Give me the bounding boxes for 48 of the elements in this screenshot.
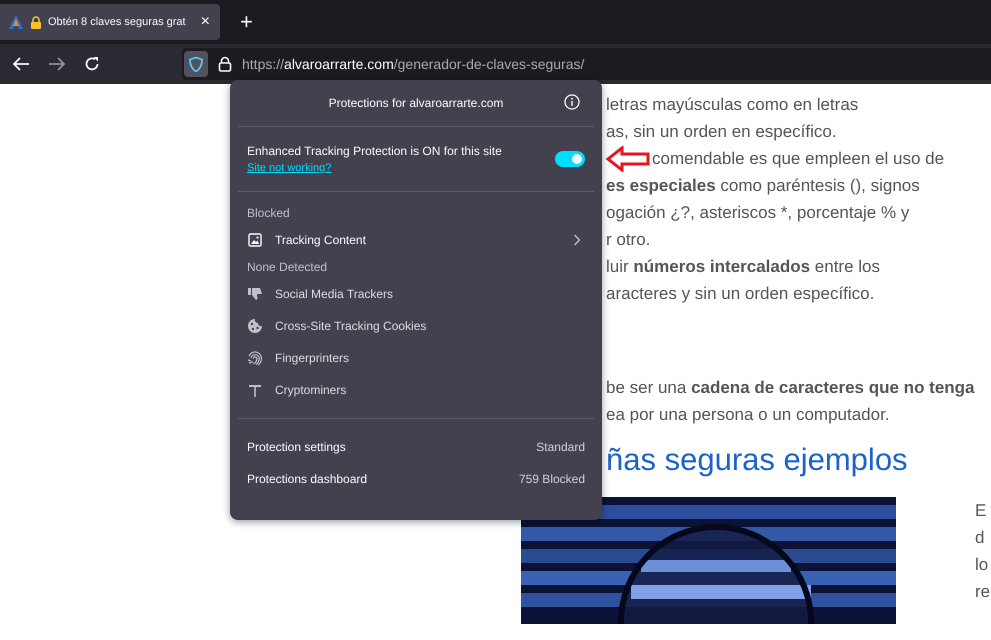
info-icon[interactable]	[564, 94, 580, 110]
panel-menu-item[interactable]: Protections dashboard 759 Blocked	[247, 463, 585, 495]
tracker-category-label: Cryptominers	[275, 383, 346, 397]
protection-status-text: Enhanced Tracking Protection is ON for this site	[247, 144, 503, 158]
tab-title: Obtén 8 claves seguras grat	[48, 16, 187, 28]
lock-icon[interactable]	[218, 56, 232, 72]
thumbs-down-icon	[247, 287, 263, 301]
article-text-line: E	[975, 500, 988, 522]
article-text-line: comendable es que empleen el uso de	[652, 148, 944, 170]
article-text-line: letras mayúsculas como en letras	[606, 94, 858, 116]
section-label: Blocked	[247, 205, 290, 222]
article-text-line: d	[975, 527, 986, 549]
article-text-line: r otro.	[606, 229, 650, 251]
article-text-line: luir números intercalados entre los	[606, 256, 880, 278]
forward-icon[interactable]	[48, 56, 66, 72]
logo-icon	[8, 14, 24, 30]
close-icon[interactable]: ×	[198, 13, 212, 31]
cookie-icon	[247, 318, 263, 334]
tracking-protection-button[interactable]	[184, 51, 208, 77]
article-text-line: lo	[975, 554, 990, 576]
article-text-line: ea por una persona o un computador.	[606, 404, 891, 426]
lock-icon	[30, 16, 42, 28]
site-not-working-link[interactable]: Site not working?	[247, 162, 332, 174]
article-text-line: re	[975, 581, 990, 603]
back-icon[interactable]	[12, 56, 30, 72]
chevron-right-icon	[573, 234, 581, 246]
article-text-line: as, sin un orden en específico.	[606, 121, 837, 143]
panel-menu-item[interactable]: Protection settings Standard	[247, 431, 585, 463]
tracker-category-item[interactable]: Tracking Content	[247, 224, 585, 256]
tracker-category-label: Fingerprinters	[275, 351, 350, 365]
browser-tab[interactable]: Obtén 8 claves seguras grat ×	[0, 4, 220, 40]
fingerprint-icon	[247, 350, 263, 366]
panel-title: Protections for alvaroarrarte.com	[328, 96, 504, 110]
article-text-line: ogación ¿?, asteriscos *, porcentaje % y	[606, 202, 910, 224]
reload-icon[interactable]	[84, 56, 100, 72]
new-tab-button[interactable]: +	[232, 9, 261, 35]
tracker-category-label: Cross-Site Tracking Cookies	[275, 319, 426, 333]
article-text-line: be ser una cadena de caracteres que no tenga	[606, 377, 976, 399]
arrow-annotation	[606, 146, 650, 172]
protection-toggle[interactable]	[555, 151, 585, 167]
hammer-icon	[247, 382, 263, 398]
article-text-line: aracteres y sin un orden específico.	[606, 283, 874, 305]
section-heading: ñas seguras ejemplos	[606, 441, 909, 479]
article-text-line: es especiales como paréntesis (), signos	[606, 175, 920, 197]
tracker-category-label: Social Media Trackers	[275, 287, 394, 301]
section-label: None Detected	[247, 259, 328, 276]
image-icon	[247, 233, 263, 247]
shield-icon	[188, 56, 204, 72]
